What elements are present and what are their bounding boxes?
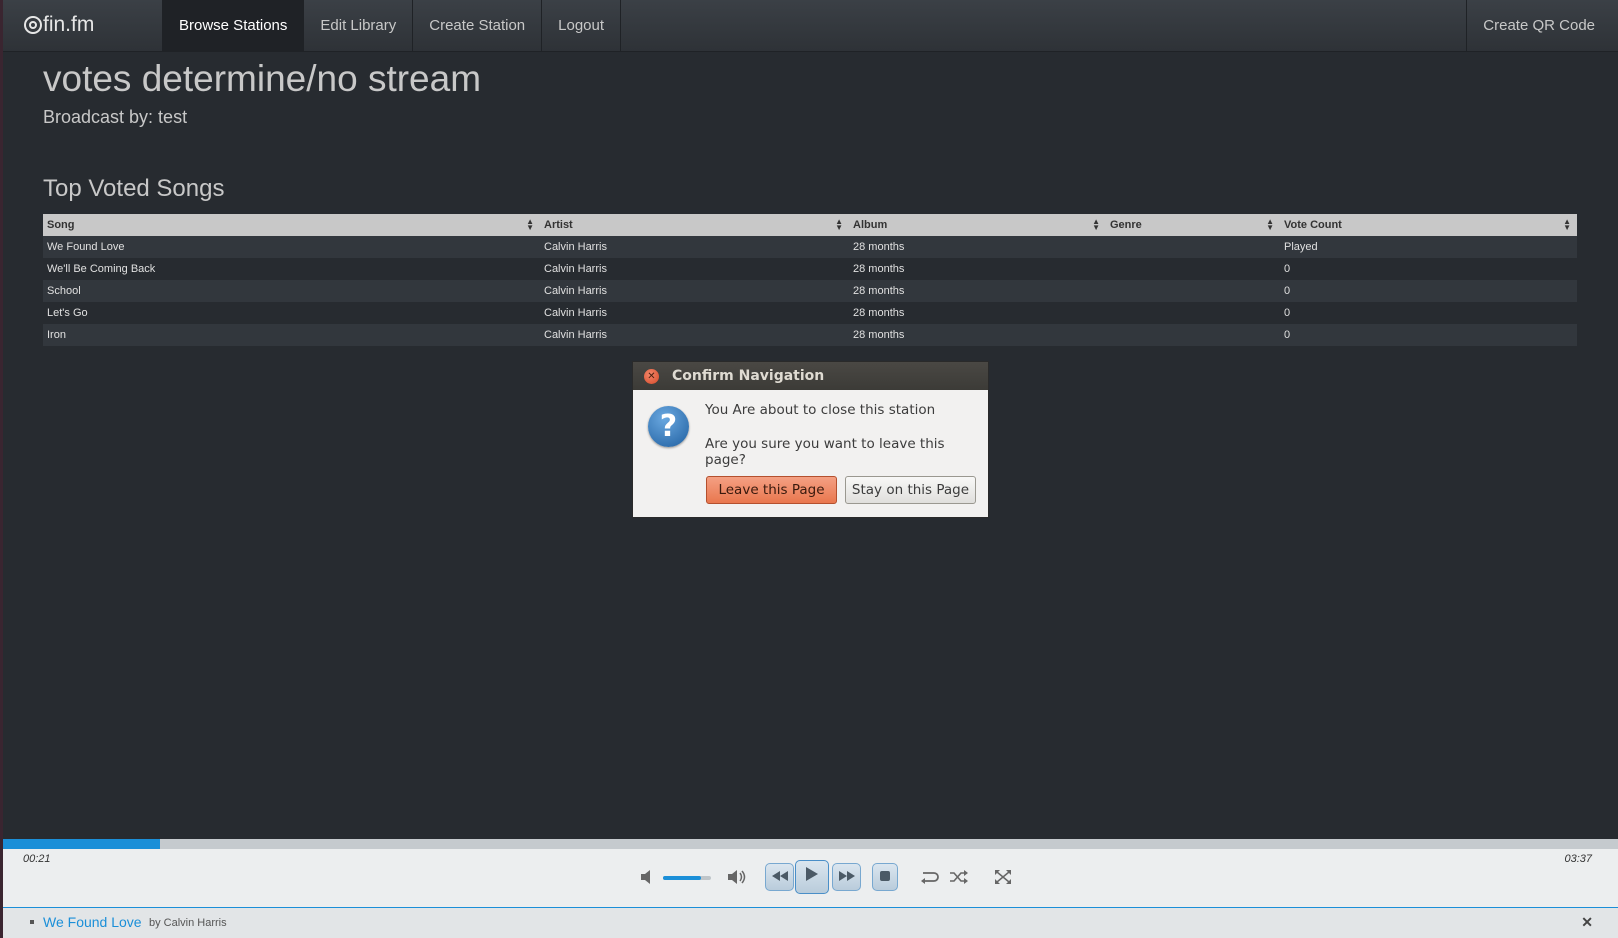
rewind-icon [771,871,788,881]
cell-album: 28 months [853,329,905,341]
dialog-question: Are you sure you want to leave this page… [705,436,945,468]
repeat-icon[interactable] [919,870,939,884]
songs-table: Song ▲ ▼ Artist ▲ ▼ Album ▲ ▼ Genre ▲ ▼ Vote Cou… [43,214,1577,346]
dialog-title: Confirm Navigation [672,368,825,384]
list-bullet [30,920,34,924]
volume-level [663,876,701,880]
cell-song: Let's Go [47,307,88,319]
cell-vote-count: Played [1284,241,1318,253]
question-icon: ? [648,406,689,447]
shuffle-icon[interactable] [950,870,968,884]
volume-slider[interactable] [663,876,711,880]
table-row[interactable]: Iron Calvin Harris 28 months 0 [43,324,1577,346]
mute-icon[interactable] [640,869,654,885]
sort-icon: ▲ ▼ [1266,217,1274,232]
column-header-genre[interactable]: Genre ▲ ▼ [1106,214,1280,236]
leave-page-button[interactable]: Leave this Page [706,476,837,504]
station-title: votes determine/no stream [43,58,482,99]
dialog-titlebar: ✕ Confirm Navigation [633,362,988,390]
cell-song: We Found Love [47,241,125,253]
main-nav: Browse Stations Edit Library Create Stat… [162,0,622,51]
nav-edit-library[interactable]: Edit Library [304,0,414,51]
cell-album: 28 months [853,307,905,319]
cell-song: School [47,285,81,297]
window-left-edge [0,0,3,938]
cell-song: We'll Be Coming Back [47,263,156,275]
fast-forward-icon [838,871,855,881]
cell-artist: Calvin Harris [544,241,607,253]
radio-logo-icon [24,16,42,34]
play-icon [806,867,818,881]
cell-album: 28 months [853,241,905,253]
cell-genre [1106,258,1280,280]
stay-on-page-button[interactable]: Stay on this Page [845,476,976,504]
cell-album: 28 months [853,285,905,297]
cell-genre [1106,236,1280,258]
stop-button[interactable] [872,863,898,891]
volume-max-icon[interactable] [727,869,747,885]
column-header-song[interactable]: Song ▲ ▼ [43,214,540,236]
playlist: We Found Love by Calvin Harris ✕ [3,908,1618,938]
cell-genre [1106,302,1280,324]
brand-name: fin.fm [43,13,95,36]
remove-from-playlist-icon[interactable]: ✕ [1581,914,1593,931]
sort-icon: ▲ ▼ [835,217,843,232]
table-row[interactable]: We'll Be Coming Back Calvin Harris 28 mo… [43,258,1577,280]
nav-browse-stations[interactable]: Browse Stations [162,0,305,51]
column-header-album[interactable]: Album ▲ ▼ [849,214,1106,236]
rewind-button[interactable] [765,863,794,891]
brand-logo[interactable]: fin.fm [24,13,94,37]
duration: 03:37 [1564,853,1592,865]
column-header-vote-count[interactable]: Vote Count ▲ ▼ [1280,214,1577,236]
section-title: Top Voted Songs [43,175,225,202]
sort-icon: ▲ ▼ [1092,217,1100,232]
cell-artist: Calvin Harris [544,285,607,297]
seek-bar-progress [3,839,160,849]
cell-artist: Calvin Harris [544,329,607,341]
current-time: 00:21 [23,853,51,865]
playlist-song-artist: by Calvin Harris [149,917,227,929]
cell-vote-count: 0 [1284,263,1291,275]
cell-genre [1106,324,1280,346]
cell-artist: Calvin Harris [544,307,607,319]
playlist-song-title[interactable]: We Found Love [43,914,142,930]
table-row[interactable]: School Calvin Harris 28 months 0 [43,280,1577,302]
seek-bar[interactable] [3,839,1618,849]
table-row[interactable]: We Found Love Calvin Harris 28 months Pl… [43,236,1577,258]
cell-vote-count: 0 [1284,329,1291,341]
navbar: fin.fm Browse Stations Edit Library Crea… [3,0,1618,52]
nav-create-qr-code[interactable]: Create QR Code [1467,0,1611,51]
fast-forward-button[interactable] [832,863,861,891]
confirm-navigation-dialog: ✕ Confirm Navigation ? You Are about to … [632,361,989,518]
station-broadcaster: Broadcast by: test [43,107,188,127]
cell-artist: Calvin Harris [544,263,607,275]
play-button[interactable] [795,860,829,894]
table-row[interactable]: Let's Go Calvin Harris 28 months 0 [43,302,1577,324]
stop-icon [880,871,890,881]
cell-vote-count: 0 [1284,285,1291,297]
audio-player: 00:21 03:37 [3,849,1618,908]
cell-genre [1106,280,1280,302]
close-icon[interactable]: ✕ [644,369,659,384]
dialog-message: You Are about to close this station [705,402,936,418]
cell-vote-count: 0 [1284,307,1291,319]
nav-logout[interactable]: Logout [542,0,622,51]
sort-icon: ▲ ▼ [526,217,534,232]
cell-song: Iron [47,329,66,341]
sort-icon: ▲ ▼ [1563,217,1571,232]
cell-album: 28 months [853,263,905,275]
nav-create-station[interactable]: Create Station [413,0,543,51]
fullscreen-icon[interactable] [995,870,1011,884]
table-header-row: Song ▲ ▼ Artist ▲ ▼ Album ▲ ▼ Genre ▲ ▼ Vote Cou… [43,214,1577,236]
column-header-artist[interactable]: Artist ▲ ▼ [540,214,849,236]
